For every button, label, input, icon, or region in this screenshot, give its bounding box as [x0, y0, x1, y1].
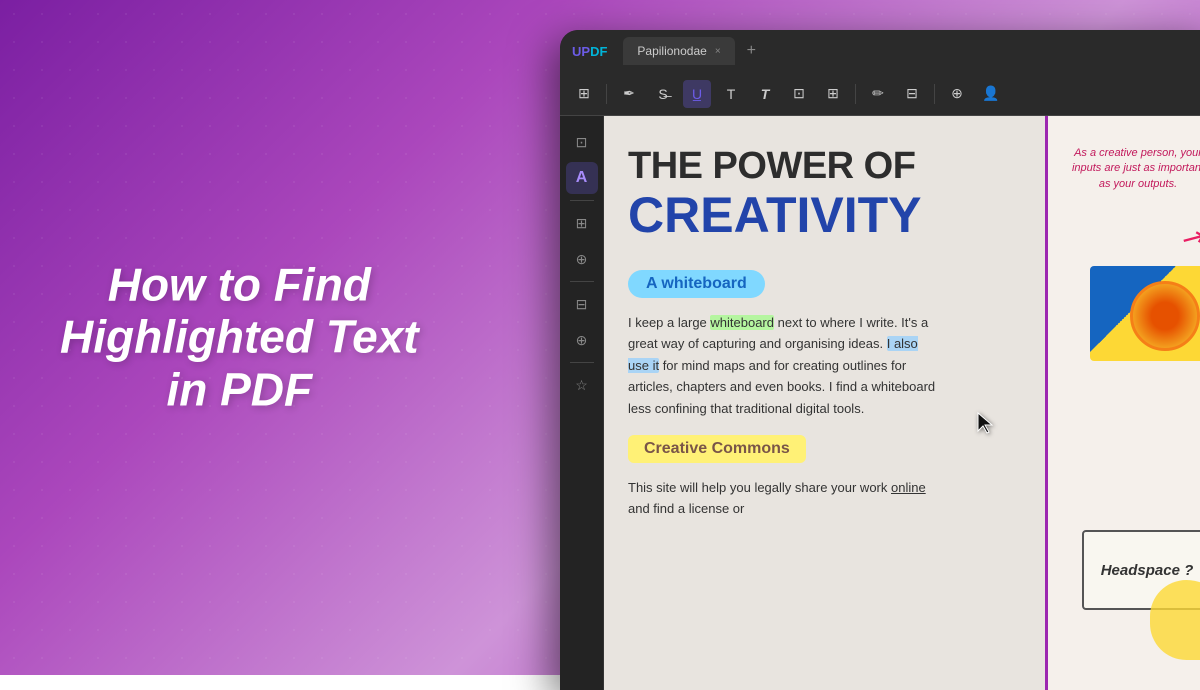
toolbar-text-style-icon[interactable]: T [751, 80, 779, 108]
tab-close-button[interactable]: × [715, 46, 721, 57]
online-link[interactable]: online [891, 480, 926, 495]
sidebar-star-icon[interactable]: ☆ [566, 369, 598, 401]
new-tab-button[interactable]: + [747, 42, 756, 60]
app-window: UPDF Papilionodae × + ⊞ ✒ S̶ U̲ T T ⊡ ⊞ … [560, 30, 1200, 690]
headspace-text: Headspace ? [1101, 562, 1194, 579]
title-bar: UPDF Papilionodae × + [560, 30, 1200, 72]
sidebar-search-icon[interactable]: ⊞ [566, 207, 598, 239]
yellow-blob-decoration [1150, 580, 1200, 660]
sidebar-bookmark-icon[interactable]: ⊕ [566, 243, 598, 275]
toolbar-pages-icon[interactable]: ⊞ [570, 80, 598, 108]
pdf-body-paragraph-1: I keep a large whiteboard next to where … [628, 312, 938, 419]
main-area: ⊡ A ⊞ ⊕ ⊟ ⊕ ☆ THE POWER OF CREATIVITY [560, 116, 1200, 690]
sidebar-annotate-icon[interactable]: A [566, 162, 598, 194]
toolbar-underline-icon[interactable]: U̲ [683, 80, 711, 108]
whiteboard-badge: A whiteboard [628, 270, 765, 298]
sidebar-share-icon[interactable]: ⊕ [566, 324, 598, 356]
toolbar-crop-icon[interactable]: ⊕ [943, 80, 971, 108]
arrow-decoration: ↗ [1175, 217, 1200, 257]
right-deco-panel: As a creative person, your inputs are ju… [1045, 116, 1200, 690]
sunflower-image [1090, 266, 1200, 361]
mouse-cursor [976, 411, 996, 440]
creative-commons-badge: Creative Commons [628, 435, 806, 463]
app-tab[interactable]: Papilionodae × [623, 37, 734, 65]
sidebar-sep-3 [570, 362, 594, 363]
sunflower-visual [1090, 266, 1200, 361]
highlight-whiteboard: whiteboard [710, 315, 774, 330]
sidebar-sep-1 [570, 200, 594, 201]
toolbar-sep-2 [855, 84, 856, 104]
toolbar-text-icon[interactable]: T [717, 80, 745, 108]
toolbar: ⊞ ✒ S̶ U̲ T T ⊡ ⊞ ✏ ⊟ ⊕ 👤 [560, 72, 1200, 116]
toolbar-pen-icon[interactable]: ✒ [615, 80, 643, 108]
pdf-body-paragraph-2: This site will help you legally share yo… [628, 477, 938, 520]
pdf-title-creativity: CREATIVITY [628, 190, 922, 240]
pdf-content: THE POWER OF CREATIVITY A whiteboard I k… [604, 116, 1200, 690]
sunflower-center [1130, 281, 1200, 351]
sidebar-pages-icon[interactable]: ⊡ [566, 126, 598, 158]
title-line-3: in PDF [60, 364, 419, 417]
toolbar-sep-3 [934, 84, 935, 104]
toolbar-sep-1 [606, 84, 607, 104]
toolbar-box-icon[interactable]: ⊡ [785, 80, 813, 108]
toolbar-user-icon[interactable]: 👤 [977, 80, 1005, 108]
toolbar-grid-icon[interactable]: ⊞ [819, 80, 847, 108]
tab-title: Papilionodae [637, 44, 706, 58]
sidebar-sep-2 [570, 281, 594, 282]
title-line-2: Highlighted Text [60, 311, 419, 364]
title-line-1: How to Find [60, 258, 419, 311]
right-quote-text: As a creative person, your inputs are ju… [1068, 146, 1200, 192]
highlight-also-use: I also use it [628, 336, 918, 372]
toolbar-strikethrough-icon[interactable]: S̶ [649, 80, 677, 108]
toolbar-layout-icon[interactable]: ⊟ [898, 80, 926, 108]
hero-title: How to Find Highlighted Text in PDF [60, 258, 419, 417]
left-sidebar: ⊡ A ⊞ ⊕ ⊟ ⊕ ☆ [560, 116, 604, 690]
sidebar-layers-icon[interactable]: ⊟ [566, 288, 598, 320]
updf-logo: UPDF [572, 44, 607, 59]
toolbar-highlight-icon[interactable]: ✏ [864, 80, 892, 108]
